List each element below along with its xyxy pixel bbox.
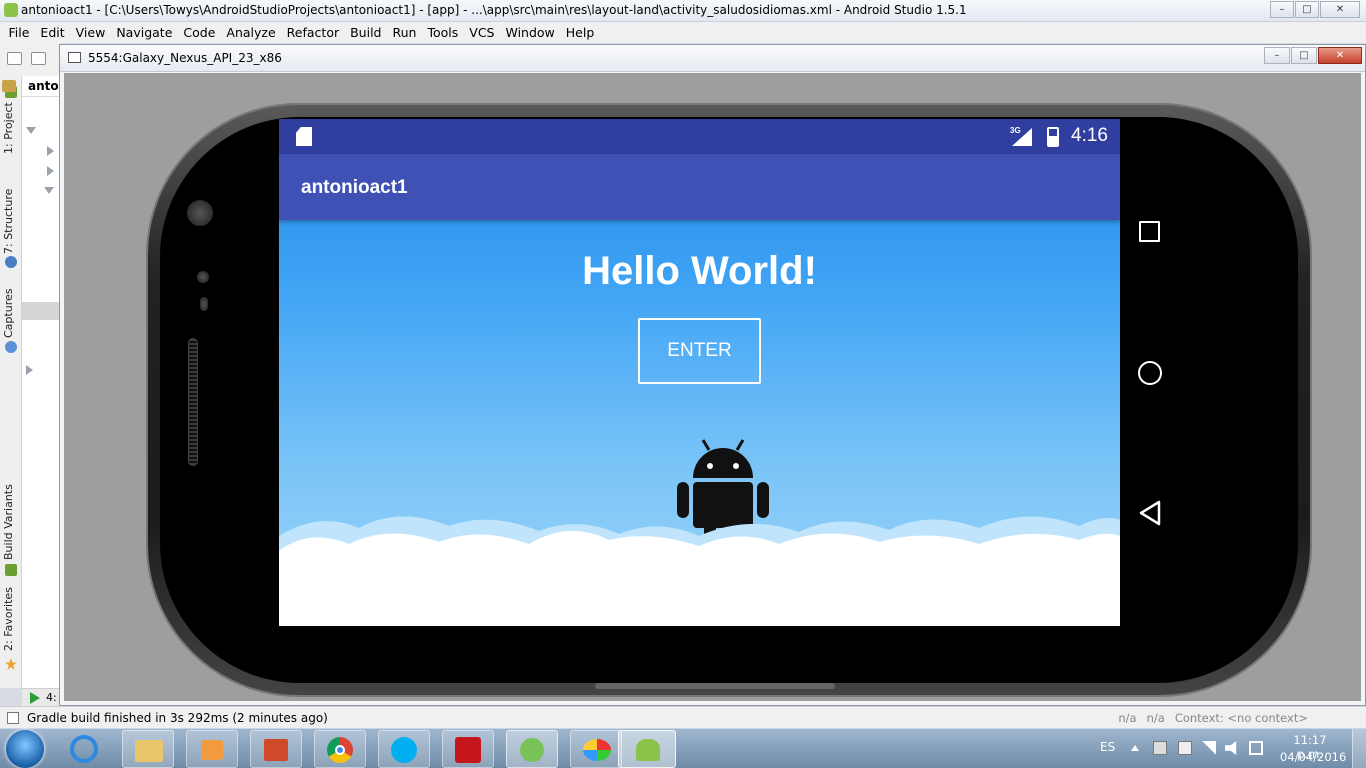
- control-panel-icon[interactable]: [250, 730, 302, 768]
- status-encoding: n/a: [1146, 711, 1165, 725]
- project-panel: anton: [2, 76, 67, 688]
- device-screen[interactable]: 3G 4:16 antonioact1 Hello World! ENTER: [279, 119, 1120, 626]
- studio-maximize-button[interactable]: □: [1295, 1, 1319, 18]
- collapse-arrow-icon[interactable]: [47, 166, 54, 176]
- build-variants-icon: [5, 564, 17, 576]
- menu-help[interactable]: Help: [560, 25, 600, 40]
- clouds-decoration: [279, 516, 1120, 626]
- menu-refactor[interactable]: Refactor: [281, 25, 344, 40]
- language-indicator[interactable]: ES: [1100, 740, 1115, 754]
- selected-row[interactable]: [22, 302, 60, 320]
- emulator-window-icon: [68, 52, 81, 63]
- menu-vcs[interactable]: VCS: [464, 25, 500, 40]
- tab-build-variants[interactable]: Build Variants: [2, 484, 15, 560]
- status-message: Gradle build finished in 3s 292ms (2 min…: [27, 711, 328, 725]
- captures-icon: [5, 341, 17, 353]
- battery-icon: [1047, 127, 1059, 147]
- menu-code[interactable]: Code: [178, 25, 221, 40]
- studio-close-button[interactable]: ✕: [1320, 1, 1360, 18]
- status-context[interactable]: Context: <no context>: [1175, 711, 1308, 725]
- show-hidden-icons-icon[interactable]: [1131, 745, 1139, 751]
- device-clock: 4:16: [1071, 125, 1108, 146]
- emulator-close-button[interactable]: ✕: [1318, 47, 1362, 64]
- emulator-title-bar: 5554:Galaxy_Nexus_API_23_x86 – □ ✕: [60, 45, 1365, 72]
- show-desktop-button[interactable]: [1352, 729, 1366, 768]
- skype-icon[interactable]: [378, 730, 430, 768]
- menu-analyze[interactable]: Analyze: [221, 25, 281, 40]
- paint-icon[interactable]: [570, 730, 622, 768]
- emulator-maximize-button[interactable]: □: [1291, 47, 1317, 64]
- emulator-title: 5554:Galaxy_Nexus_API_23_x86: [88, 51, 282, 65]
- studio-status-bar: Gradle build finished in 3s 292ms (2 min…: [0, 706, 1366, 728]
- tab-structure[interactable]: 7: Structure: [2, 189, 15, 254]
- app-bar: antonioact1: [279, 154, 1120, 220]
- phone-bottom-edge: [595, 683, 835, 689]
- structure-icon: [5, 256, 17, 268]
- tray-volume-icon[interactable]: [1225, 741, 1237, 755]
- android-studio-icon: [4, 3, 18, 17]
- studio-window-title: antonioact1 - [C:\Users\Towys\AndroidStu…: [21, 3, 967, 17]
- speaker-grille: [188, 338, 198, 466]
- expand-arrow-icon[interactable]: [26, 127, 36, 134]
- start-orb[interactable]: [6, 730, 44, 768]
- save-icon[interactable]: [31, 52, 46, 65]
- tab-captures[interactable]: Captures: [2, 289, 15, 338]
- menu-run[interactable]: Run: [387, 25, 422, 40]
- tool-windows-toggle-icon[interactable]: [7, 712, 19, 724]
- enter-button[interactable]: ENTER: [638, 318, 761, 384]
- network-type: 3G: [1010, 126, 1021, 135]
- sd-card-icon: [296, 127, 312, 146]
- chrome-icon[interactable]: [314, 730, 366, 768]
- tray-network-icon[interactable]: [1178, 741, 1192, 755]
- tray-signal-icon[interactable]: [1202, 741, 1216, 755]
- studio-title-bar: antonioact1 - [C:\Users\Towys\AndroidStu…: [0, 0, 1366, 22]
- sensor-icon: [197, 271, 209, 283]
- collapse-arrow-icon[interactable]: [47, 146, 54, 156]
- run-tab-label[interactable]: 4:: [46, 691, 57, 704]
- run-icon[interactable]: [30, 692, 40, 704]
- taskbar: ES 11:17 p.m. 04/04/2016: [0, 728, 1366, 768]
- menu-file[interactable]: File: [3, 25, 35, 40]
- front-camera-icon: [187, 200, 213, 226]
- favorites-star-icon: [5, 658, 17, 670]
- recents-square-icon[interactable]: [1139, 221, 1160, 242]
- hello-world-text: Hello World!: [582, 249, 817, 293]
- home-circle-icon[interactable]: [1138, 361, 1162, 385]
- back-triangle-icon[interactable]: [1138, 500, 1162, 526]
- sensor-icon: [200, 297, 208, 311]
- menu-navigate[interactable]: Navigate: [111, 25, 178, 40]
- android-emulator-taskbar-icon[interactable]: [618, 730, 676, 768]
- folder-icon: [2, 80, 16, 92]
- menu-window[interactable]: Window: [500, 25, 560, 40]
- emulator-minimize-button[interactable]: –: [1264, 47, 1290, 64]
- app-title: antonioact1: [301, 177, 408, 198]
- internet-explorer-icon[interactable]: [70, 735, 98, 763]
- menu-edit[interactable]: Edit: [35, 25, 70, 40]
- studio-minimize-button[interactable]: –: [1270, 1, 1294, 18]
- file-explorer-icon[interactable]: [122, 730, 174, 768]
- expand-arrow-icon[interactable]: [44, 187, 54, 194]
- tab-project[interactable]: 1: Project: [2, 102, 15, 154]
- media-player-icon[interactable]: [186, 730, 238, 768]
- tab-favorites[interactable]: 2: Favorites: [2, 587, 15, 651]
- device-status-bar: 3G 4:16: [279, 119, 1120, 154]
- acrobat-reader-icon[interactable]: [442, 730, 494, 768]
- tray-display-icon[interactable]: [1249, 741, 1263, 755]
- menu-tools[interactable]: Tools: [422, 25, 464, 40]
- menu-build[interactable]: Build: [345, 25, 387, 40]
- studio-menu-bar: File Edit View Navigate Code Analyze Ref…: [0, 22, 1366, 43]
- android-studio-taskbar-icon[interactable]: [506, 730, 558, 768]
- studio-toolbar: [0, 43, 60, 76]
- left-tool-strip: 1: Project 7: Structure Captures Build V…: [0, 76, 22, 688]
- tray-flag-icon[interactable]: [1153, 741, 1167, 755]
- status-position: n/a: [1118, 711, 1137, 725]
- menu-view[interactable]: View: [70, 25, 111, 40]
- open-folder-icon[interactable]: [7, 52, 22, 65]
- tray-clock-date[interactable]: 04/04/2016: [1280, 750, 1346, 764]
- collapse-arrow-icon[interactable]: [26, 365, 33, 375]
